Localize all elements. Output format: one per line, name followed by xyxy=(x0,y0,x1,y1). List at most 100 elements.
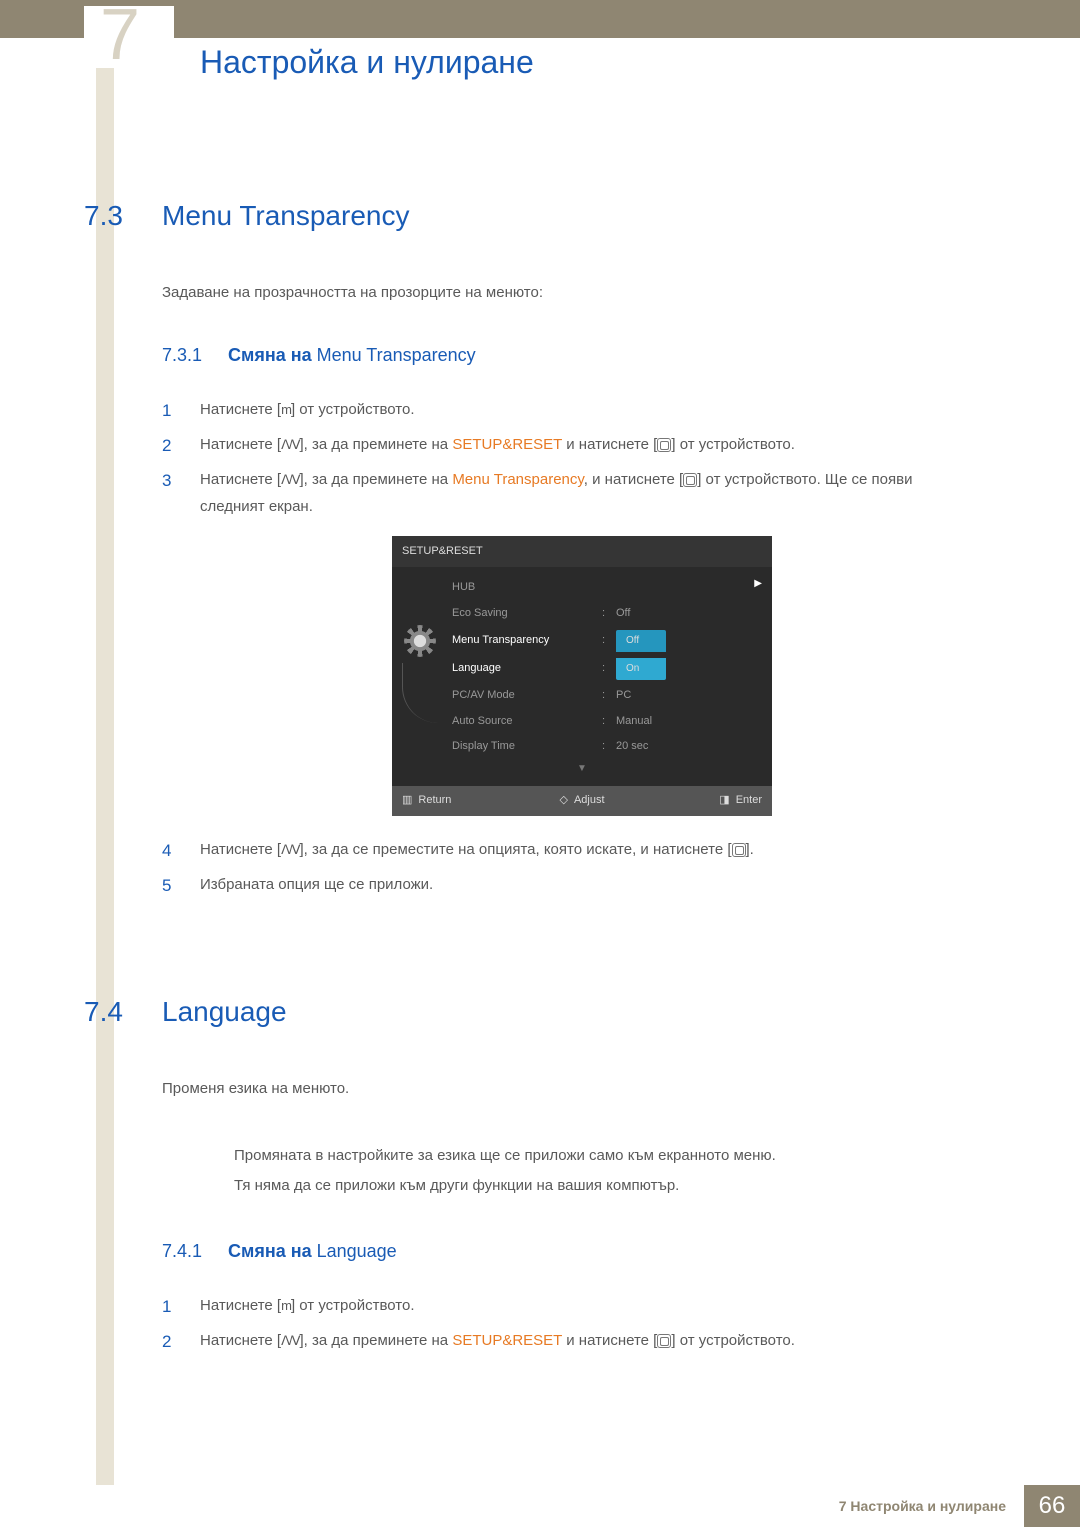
enter-icon xyxy=(732,843,746,857)
t: и натиснете [ xyxy=(562,436,657,453)
step-num: 1 xyxy=(162,396,171,427)
gear-icon xyxy=(406,627,434,655)
osd-value: Off xyxy=(616,604,630,624)
osd-value: On xyxy=(616,658,762,680)
step-2: 2 Натиснете [ꓥ/ꓦ], за да преминете на SE… xyxy=(162,1327,964,1354)
t: ], за да преминете на xyxy=(300,436,453,453)
step-num: 4 xyxy=(162,836,171,867)
c: : xyxy=(602,631,616,651)
t: и натиснете [ xyxy=(562,1332,657,1349)
step-num: 3 xyxy=(162,466,171,497)
updown-icon: ꓥ/ꓦ xyxy=(281,1329,299,1352)
subsection-heading-731: 7.3.1Смяна на Menu Transparency xyxy=(162,345,964,366)
step-num: 2 xyxy=(162,1327,171,1358)
pill-off: Off xyxy=(616,630,666,652)
c: : xyxy=(602,737,616,757)
footer-page-number: 66 xyxy=(1024,1485,1080,1527)
t: ], за да преминете на xyxy=(300,471,453,488)
osd-footer: ▥ Return ◇ Adjust ◨ Enter xyxy=(392,786,772,816)
osd-value: 20 sec xyxy=(616,737,648,757)
osd-value: Manual xyxy=(616,712,652,732)
osd-screenshot: SETUP&RESET ▶ HUB Eco Saving:Off Menu Tr… xyxy=(392,536,772,817)
step-4: 4 Натиснете [ꓥ/ꓦ], за да се преместите н… xyxy=(162,836,964,863)
t: Натиснете [ xyxy=(200,1332,281,1349)
osd-value: PC xyxy=(616,686,631,706)
note-line-2: Тя няма да се приложи към други функции … xyxy=(234,1171,964,1201)
step-5: 5 Избраната опция ще се приложи. xyxy=(162,871,964,898)
updown-icon: ꓥ/ꓦ xyxy=(281,433,299,456)
next-page-icon: ▶ xyxy=(754,575,762,593)
subsection-number: 7.3.1 xyxy=(162,345,228,366)
osd-row: PC/AV Mode:PC xyxy=(392,683,772,709)
hl: SETUP&RESET xyxy=(452,1332,562,1349)
c: : xyxy=(602,712,616,732)
t: Return xyxy=(418,791,451,811)
enter-icon xyxy=(683,473,697,487)
t: Натиснете [ xyxy=(200,1297,281,1314)
c: : xyxy=(602,604,616,624)
osd-label: Menu Transparency xyxy=(452,631,602,651)
section-title: Menu Transparency xyxy=(162,200,409,231)
chevron-down-icon: ▼ xyxy=(392,760,772,782)
steps-list-73: 1 Натиснете [m] от устройството. 2 Натис… xyxy=(162,396,964,899)
return-icon: ▥ xyxy=(402,791,412,811)
t: Adjust xyxy=(574,791,605,811)
osd-body: ▶ HUB Eco Saving:Off Menu Transparency:O… xyxy=(392,567,772,786)
c: : xyxy=(602,686,616,706)
step-3: 3 Натиснете [ꓥ/ꓦ], за да преминете на Me… xyxy=(162,466,964,817)
pill-on: On xyxy=(616,658,666,680)
osd-label: Language xyxy=(452,659,602,679)
t: ], за да преминете на xyxy=(300,1332,453,1349)
section-title: Language xyxy=(162,996,287,1027)
osd-label: Eco Saving xyxy=(452,604,602,624)
t: , и натиснете [ xyxy=(584,471,683,488)
step-num: 5 xyxy=(162,871,171,902)
t: Натиснете [ xyxy=(200,841,281,858)
subsection-bold: Смяна на xyxy=(228,1241,312,1261)
osd-foot-return: ▥ Return xyxy=(402,791,522,811)
menu-icon: m xyxy=(281,398,291,421)
enter-foot-icon: ◨ xyxy=(719,791,729,811)
step-2: 2 Натиснете [ꓥ/ꓦ], за да преминете на SE… xyxy=(162,431,964,458)
footer-label: 7 Настройка и нулиране xyxy=(821,1485,1024,1527)
section-intro-74: Променя езика на менюто. xyxy=(162,1078,964,1101)
osd-value: Off xyxy=(616,630,762,652)
hl: SETUP&RESET xyxy=(452,436,562,453)
note-line-1: Промяната в настройките за езика ще се п… xyxy=(234,1141,964,1171)
step-num: 1 xyxy=(162,1292,171,1323)
enter-icon xyxy=(657,1334,671,1348)
t: Натиснете [ xyxy=(200,436,281,453)
page-content: 7.3Menu Transparency Задаване на прозрач… xyxy=(84,200,964,1362)
subsection-rest: Language xyxy=(312,1241,397,1261)
subsection-number: 7.4.1 xyxy=(162,1241,228,1262)
osd-label: PC/AV Mode xyxy=(452,686,602,706)
t: Избраната опция ще се приложи. xyxy=(200,876,433,893)
subsection-bold: Смяна на xyxy=(228,345,312,365)
updown-icon: ꓥ/ꓦ xyxy=(281,838,299,861)
osd-row-highlighted: Language:On xyxy=(392,655,772,683)
subsection-heading-741: 7.4.1Смяна на Language xyxy=(162,1241,964,1262)
t: Натиснете [ xyxy=(200,401,281,418)
t: ] от устройството. xyxy=(671,436,795,453)
section-heading-73: 7.3Menu Transparency xyxy=(84,200,964,232)
adjust-icon: ◇ xyxy=(559,791,567,811)
t: Enter xyxy=(736,791,762,811)
step-num: 2 xyxy=(162,431,171,462)
t: ] от устройството. xyxy=(291,1297,415,1314)
step-1: 1 Натиснете [m] от устройството. xyxy=(162,396,964,423)
osd-row: Auto Source:Manual xyxy=(392,709,772,735)
c: : xyxy=(602,659,616,679)
page-footer: 7 Настройка и нулиране 66 xyxy=(0,1485,1080,1527)
osd-foot-enter: ◨ Enter xyxy=(642,791,762,811)
t: ]. xyxy=(746,841,754,858)
hl: Menu Transparency xyxy=(452,471,583,488)
updown-icon: ꓥ/ꓦ xyxy=(281,468,299,491)
step-1: 1 Натиснете [m] от устройството. xyxy=(162,1292,964,1319)
osd-row: Display Time:20 sec xyxy=(392,734,772,760)
t: Натиснете [ xyxy=(200,471,281,488)
osd-row-highlighted: Menu Transparency:Off xyxy=(392,627,772,655)
chapter-title: Настройка и нулиране xyxy=(200,44,534,81)
osd-label: Display Time xyxy=(452,737,602,757)
osd-title: SETUP&RESET xyxy=(392,536,772,568)
osd-row: HUB xyxy=(392,575,772,601)
